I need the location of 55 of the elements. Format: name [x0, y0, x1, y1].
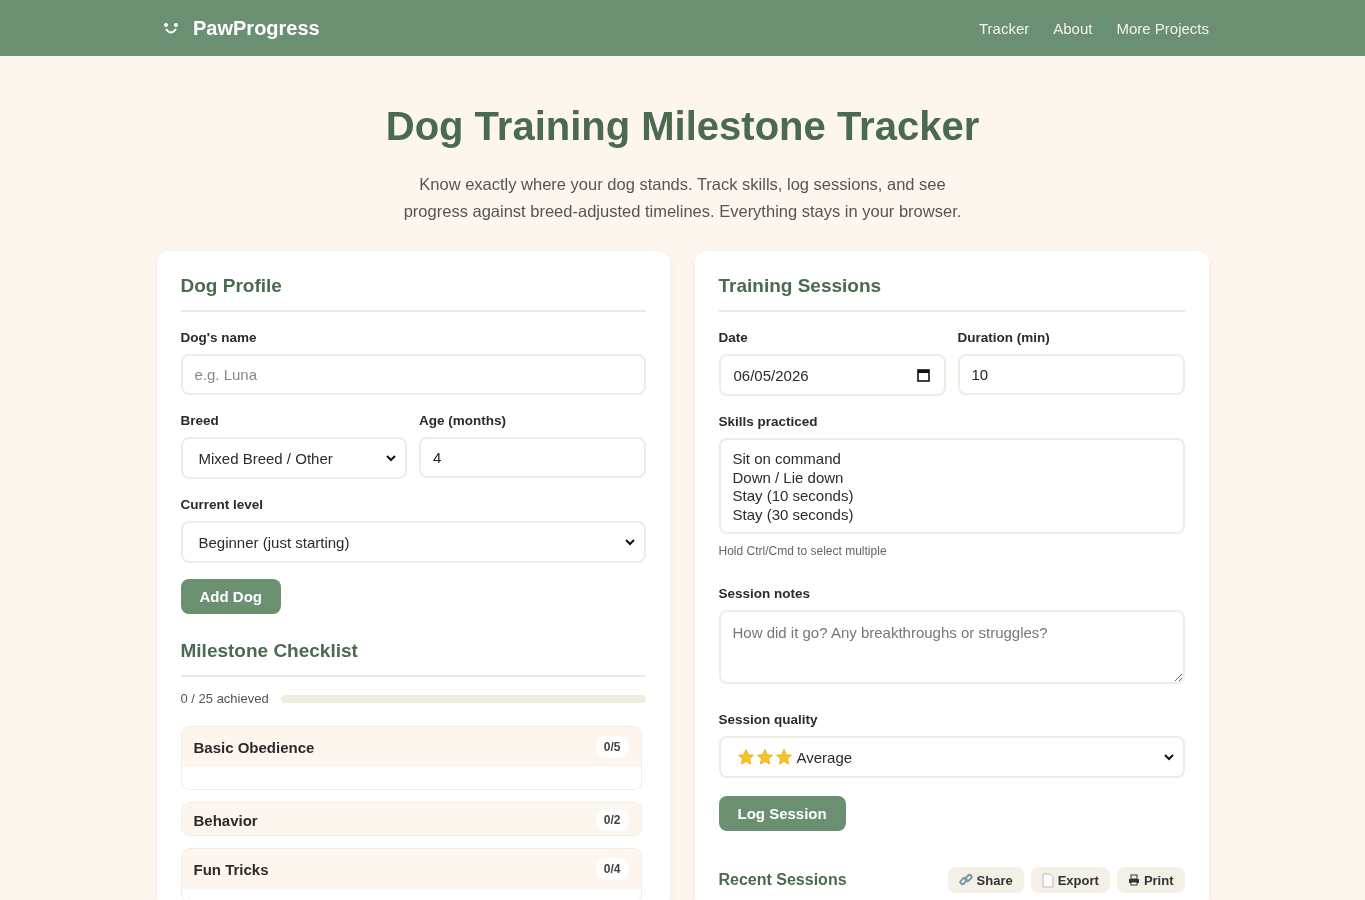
notes-textarea[interactable]: How did it go? Any breakthroughs or struggles? [718, 610, 1185, 684]
group-name: Fun Tricks [193, 860, 269, 878]
star-icon [774, 748, 793, 766]
field-label: Session notes [718, 586, 812, 601]
group-count: 0/4 [595, 858, 629, 880]
star-icon [755, 748, 774, 766]
skill-option[interactable]: Sit on command [732, 450, 1171, 469]
group-name: Basic Obedience [193, 738, 315, 756]
print-button[interactable]: Print [1116, 867, 1185, 893]
age-input[interactable]: 4 [419, 437, 646, 478]
star-icon [736, 748, 755, 766]
chevron-icon [623, 536, 636, 548]
date-input[interactable]: 06/05/2026 [718, 354, 946, 396]
achieved-count: 0 / 25 achieved [180, 691, 269, 706]
skill-option[interactable]: Down / Lie down [732, 468, 1171, 487]
skill-option[interactable]: Stay (30 seconds) [732, 505, 1171, 524]
field-label: Dog's name [180, 330, 258, 345]
document-icon [1041, 872, 1054, 888]
page-title: Dog Training Milestone Tracker [385, 104, 980, 149]
printer-icon [1127, 874, 1140, 886]
chevron-icon [385, 452, 397, 464]
brand-name[interactable]: PawProgress [193, 16, 320, 40]
breed-select[interactable]: Mixed Breed / Other [180, 437, 407, 479]
field-label: Current level [180, 497, 265, 512]
duration-input[interactable]: 10 [957, 354, 1185, 395]
field-label: Date [718, 330, 749, 345]
group-header[interactable]: Fun Tricks 0/4 [181, 849, 641, 889]
field-label: Skills practiced [718, 414, 819, 429]
skill-option[interactable]: Stay (10 seconds) [732, 487, 1171, 506]
section-title: Recent Sessions [718, 871, 847, 889]
field-label: Age (months) [419, 413, 507, 428]
field-label: Duration (min) [957, 330, 1051, 345]
group-header[interactable]: Behavior 0/2 [181, 803, 641, 835]
hint-text: Hold Ctrl/Cmd to select multiple [718, 544, 888, 558]
export-button[interactable]: Export [1030, 867, 1110, 893]
group-count: 0/5 [595, 736, 629, 758]
calendar-icon [916, 368, 930, 382]
name-input[interactable]: e.g. Luna [180, 354, 646, 395]
log-session-button[interactable]: Log Session [718, 796, 846, 831]
card-title: Dog Profile [180, 275, 646, 312]
group-count: 0/2 [595, 809, 629, 831]
field-label: Session quality [718, 712, 819, 727]
skills-listbox[interactable]: Sit on command Down / Lie down Stay (10 seconds) Stay (30 seconds) [718, 438, 1185, 534]
level-select[interactable]: Beginner (just starting) [180, 521, 646, 563]
add-dog-button[interactable]: Add Dog [180, 579, 281, 614]
group-header[interactable]: Basic Obedience 0/5 [181, 727, 641, 767]
link-icon [958, 873, 973, 887]
card-title: Milestone Checklist [180, 640, 646, 677]
group-name: Behavior [193, 811, 258, 829]
chevron-icon [1162, 751, 1175, 763]
page-subtitle: Know exactly where your dog stands. Track skills, log sessions, and see progress against breed-adjusted timelines. Everything stays in your browser. [402, 174, 963, 222]
share-button[interactable]: Share [947, 867, 1024, 893]
quality-select[interactable]: Average [718, 736, 1185, 778]
field-label: Breed [180, 413, 220, 428]
card-title: Training Sessions [718, 275, 1185, 312]
